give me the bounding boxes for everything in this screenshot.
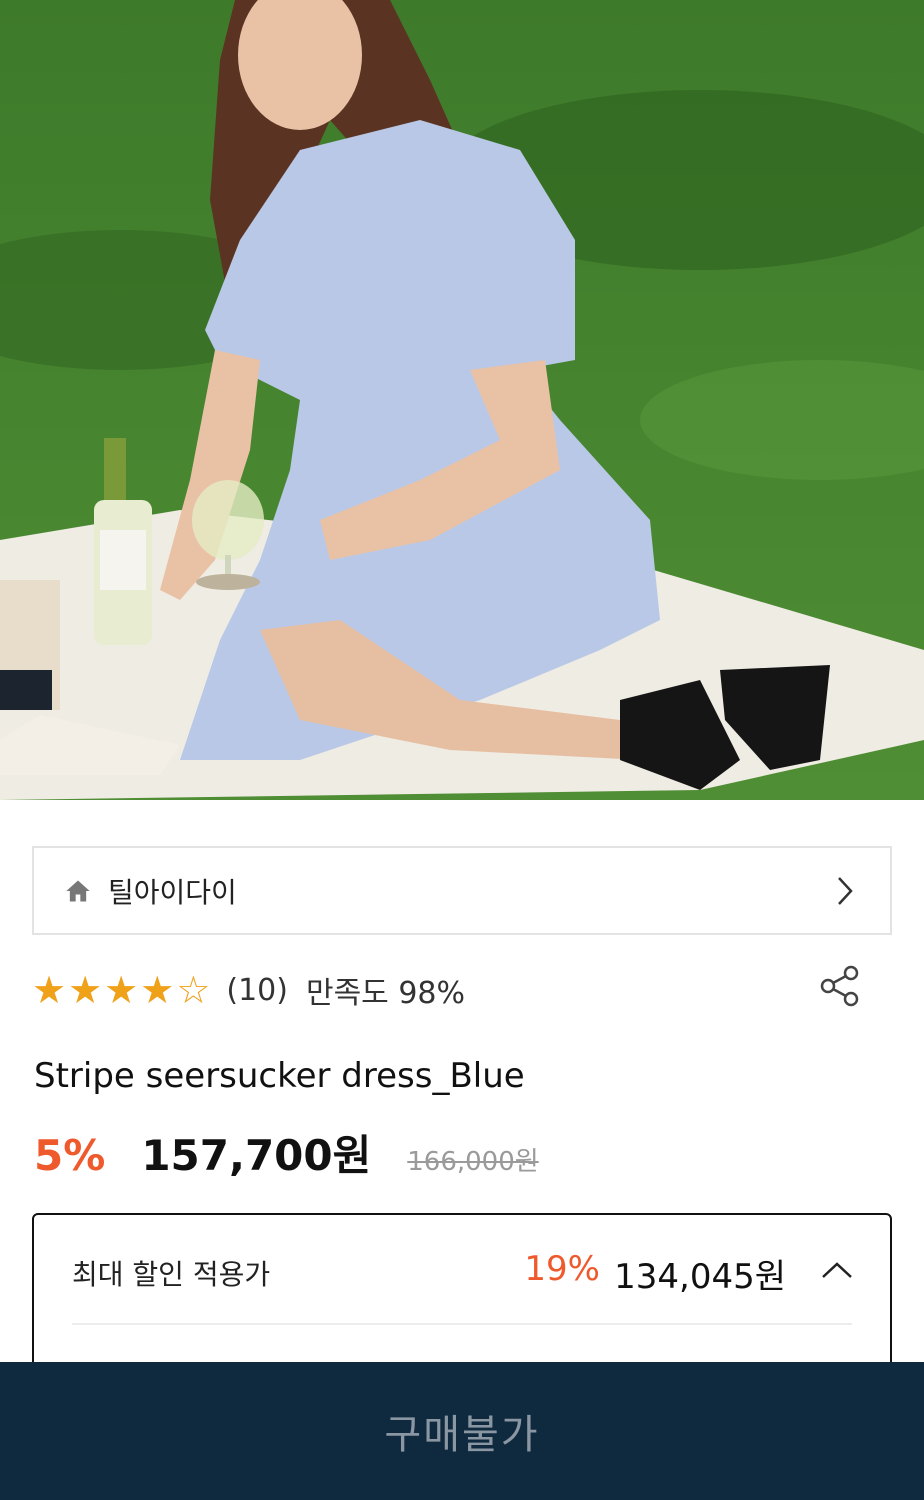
- max-discount-price: 134,045원: [614, 1257, 786, 1297]
- max-discount-label: 최대 할인 적용가: [72, 1258, 271, 1291]
- divider: [72, 1323, 852, 1325]
- star-empty-icon: ☆: [176, 968, 213, 1012]
- discount-rate: 5%: [34, 1131, 106, 1180]
- sale-price: 157,700원: [141, 1131, 372, 1180]
- max-discount-percent: 19%: [524, 1249, 600, 1289]
- chevron-right-icon: [834, 875, 856, 907]
- share-icon[interactable]: [818, 964, 862, 1008]
- product-title: Stripe seersucker dress_Blue: [34, 1056, 525, 1096]
- star-filled-icon: ★: [68, 968, 105, 1012]
- chevron-up-icon[interactable]: [820, 1259, 854, 1281]
- satisfaction-rate: 만족도 98%: [305, 976, 466, 1011]
- brand-shop-link[interactable]: 틸아이다이: [32, 846, 892, 935]
- review-count[interactable]: (10): [226, 973, 288, 1008]
- product-photo-illustration: [0, 0, 924, 800]
- brand-name: 틸아이다이: [108, 875, 237, 909]
- star-filled-icon: ★: [32, 968, 69, 1012]
- rating-row: ★ ★ ★ ★ ☆ (10) 만족도 98%: [32, 962, 892, 1018]
- product-photo: [0, 0, 924, 800]
- buy-button[interactable]: 구매불가: [0, 1362, 924, 1500]
- price-row: 5% 157,700원 166,000원: [34, 1122, 539, 1182]
- rating-stars[interactable]: ★ ★ ★ ★ ☆: [32, 971, 212, 1009]
- buy-button-label: 구매불가: [384, 1412, 540, 1458]
- star-filled-icon: ★: [104, 968, 141, 1012]
- original-price: 166,000원: [407, 1147, 539, 1177]
- star-filled-icon: ★: [140, 968, 177, 1012]
- home-icon: [64, 876, 94, 906]
